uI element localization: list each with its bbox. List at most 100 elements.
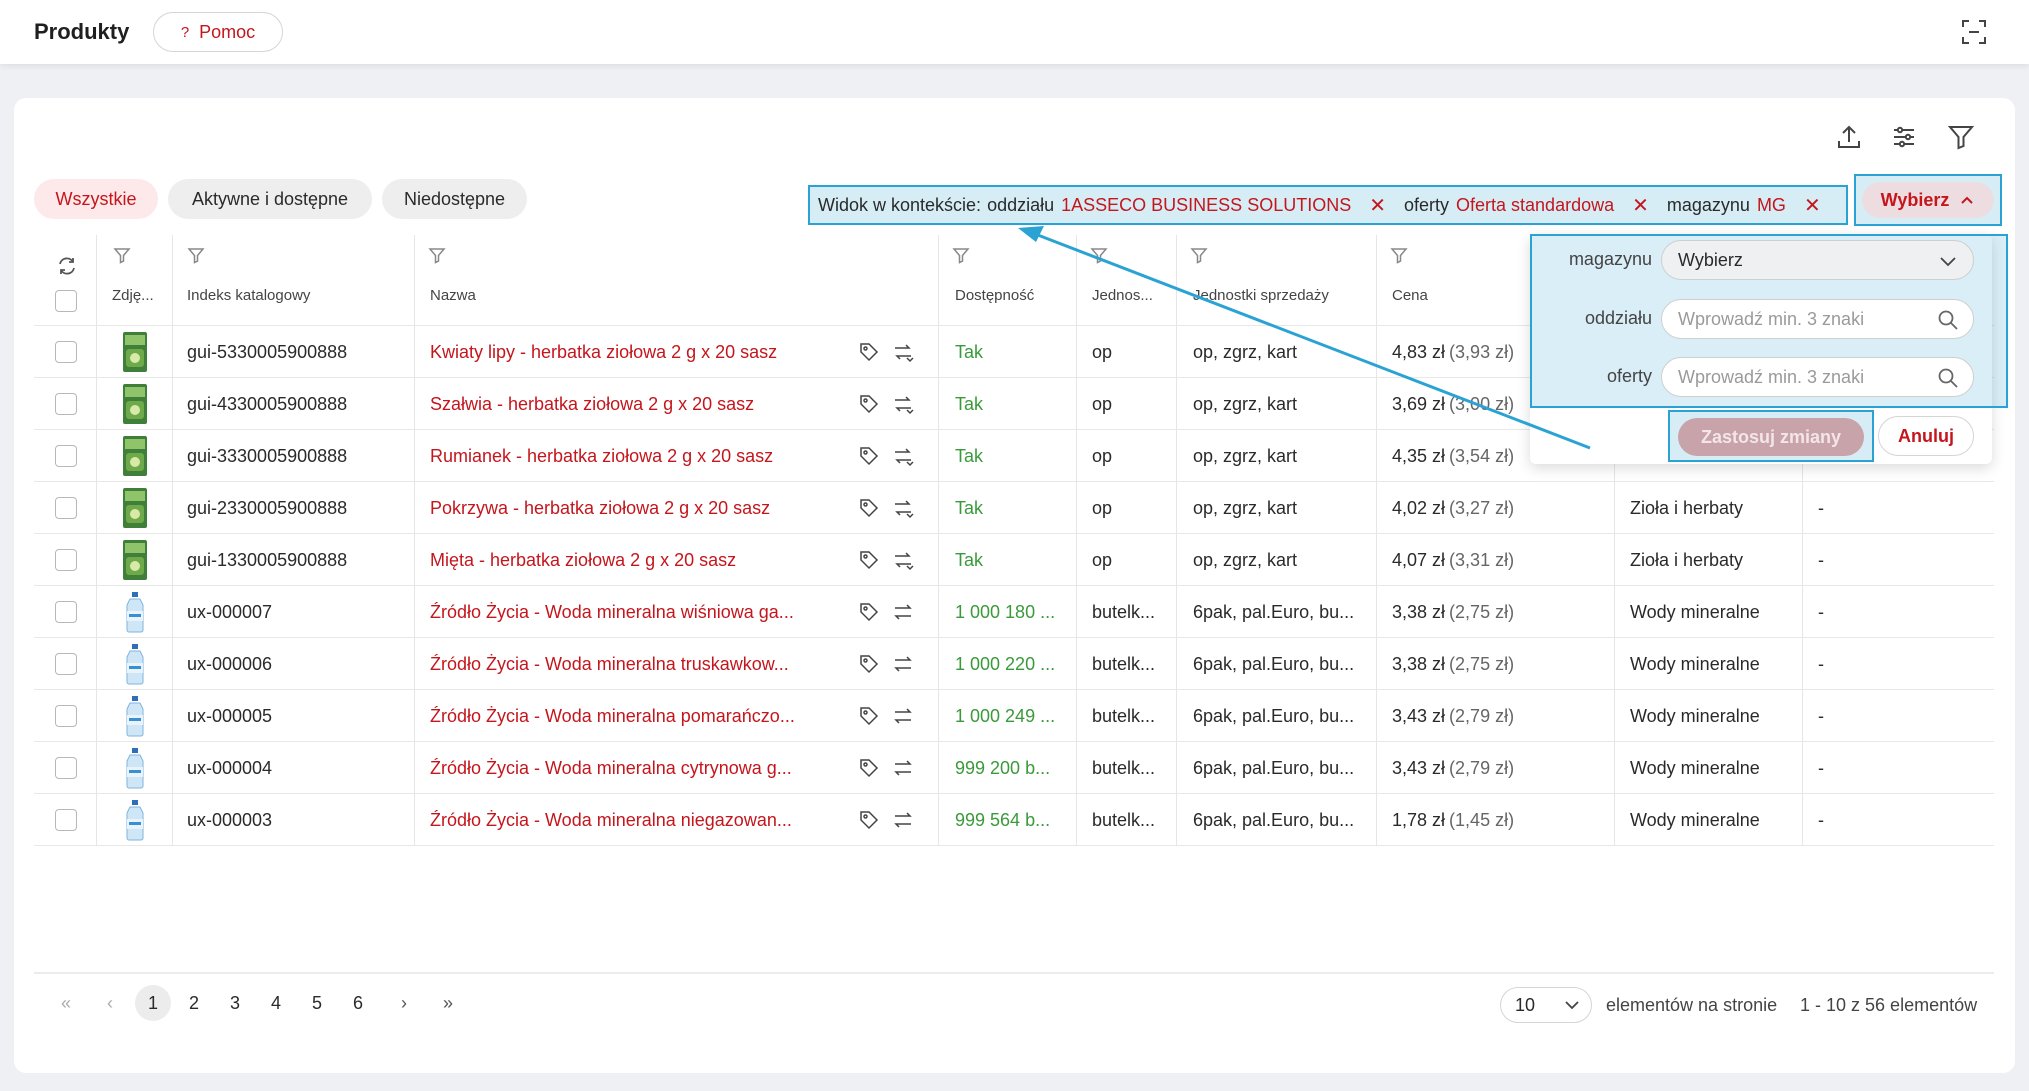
row-checkbox[interactable]	[55, 757, 77, 779]
row-checkbox[interactable]	[55, 445, 77, 467]
price-net: (3,00 zł)	[1449, 393, 1515, 414]
tag-icon[interactable]	[858, 794, 886, 846]
table-row[interactable]: ux-000007 Źródło Życia - Woda mineralna w…	[34, 585, 1994, 637]
per-page-label: elementów na stronie	[1606, 995, 1778, 1015]
transfer-icon[interactable]	[892, 482, 920, 534]
cancel-button[interactable]: Anuluj	[1878, 416, 1974, 456]
transfer-icon[interactable]	[892, 378, 920, 430]
page-button-5[interactable]: 5	[299, 985, 335, 1021]
row-checkbox[interactable]	[55, 705, 77, 727]
row-checkbox[interactable]	[55, 497, 77, 519]
table-row[interactable]: ux-000006 Źródło Życia - Woda mineralna t…	[34, 637, 1994, 689]
product-name-link[interactable]: Źródło Życia - Woda mineralna cytrynowa …	[430, 742, 810, 794]
product-name-link[interactable]: Mięta - herbatka ziołowa 2 g x 20 sasz	[430, 534, 810, 586]
index-filter-icon[interactable]	[187, 246, 205, 264]
tag-icon[interactable]	[858, 430, 886, 482]
sales-units-filter-icon[interactable]	[1190, 246, 1208, 264]
transfer-icon[interactable]	[892, 638, 920, 690]
product-name-link[interactable]: Źródło Życia - Woda mineralna niegazowan…	[430, 794, 810, 846]
next-page-button[interactable]: ›	[386, 985, 422, 1021]
photo-filter-icon[interactable]	[113, 246, 131, 264]
unit-filter-icon[interactable]	[1090, 246, 1108, 264]
row-checkbox[interactable]	[55, 653, 77, 675]
export-icon[interactable]	[1834, 122, 1864, 152]
product-name-link[interactable]: Źródło Życia - Woda mineralna truskawkow…	[430, 638, 810, 690]
product-name-link[interactable]: Rumianek - herbatka ziołowa 2 g x 20 sas…	[430, 430, 810, 482]
page-button-3[interactable]: 3	[217, 985, 253, 1021]
previous-page-button[interactable]: ‹	[92, 985, 128, 1021]
remove-warehouse-icon[interactable]: ✕	[1804, 193, 1821, 218]
sales-units: op, zgrz, kart	[1193, 341, 1298, 362]
help-button[interactable]: ? Pomoc	[153, 12, 283, 52]
column-header-price[interactable]: Cena	[1392, 287, 1428, 304]
page-button-1[interactable]: 1	[135, 985, 171, 1021]
table-row[interactable]: gui-2330005900888 Pokrzywa - herbatka zio…	[34, 481, 1994, 533]
filter-icon[interactable]	[1946, 122, 1976, 152]
page-button-6[interactable]: 6	[340, 985, 376, 1021]
table-row[interactable]: gui-1330005900888 Mięta - herbatka ziołow…	[34, 533, 1994, 585]
product-name-link[interactable]: Źródło Życia - Woda mineralna wiśniowa g…	[430, 586, 810, 638]
price-gross: 4,83 zł	[1392, 341, 1446, 362]
offer-search-input[interactable]: Wprowadź min. 3 znaki	[1661, 357, 1974, 397]
tag-icon[interactable]	[858, 534, 886, 586]
first-page-button[interactable]: «	[48, 985, 84, 1021]
tag-icon[interactable]	[858, 638, 886, 690]
price: 3,43 zł (2,79 zł)	[1392, 742, 1602, 794]
column-header-availability[interactable]: Dostępność	[955, 287, 1034, 304]
product-name-link[interactable]: Pokrzywa - herbatka ziołowa 2 g x 20 sas…	[430, 482, 810, 534]
choose-context-button[interactable]: Wybierz	[1862, 182, 1994, 218]
name-filter-icon[interactable]	[428, 246, 446, 264]
table-row[interactable]: ux-000005 Źródło Życia - Woda mineralna p…	[34, 689, 1994, 741]
product-name-link[interactable]: Szałwia - herbatka ziołowa 2 g x 20 sasz	[430, 378, 810, 430]
column-header-unit[interactable]: Jednos...	[1092, 287, 1153, 304]
tag-icon[interactable]	[858, 586, 886, 638]
tag-icon[interactable]	[858, 742, 886, 794]
product-name-link[interactable]: Kwiaty lipy - herbatka ziołowa 2 g x 20 …	[430, 326, 810, 378]
tag-icon[interactable]	[858, 326, 886, 378]
price-filter-icon[interactable]	[1390, 246, 1408, 264]
warehouse-select[interactable]: Wybierz	[1661, 240, 1974, 280]
column-header-name[interactable]: Nazwa	[430, 287, 476, 304]
remove-branch-icon[interactable]: ✕	[1369, 193, 1386, 218]
product-name-link[interactable]: Źródło Życia - Woda mineralna pomarańczo…	[430, 690, 810, 742]
settings-sliders-icon[interactable]	[1889, 122, 1919, 152]
transfer-icon[interactable]	[892, 586, 920, 638]
column-header-sales-units[interactable]: Jednostki sprzedaży	[1193, 287, 1329, 304]
page-button-4[interactable]: 4	[258, 985, 294, 1021]
transfer-icon[interactable]	[892, 742, 920, 794]
transfer-icon[interactable]	[892, 326, 920, 378]
context-warehouse-label: magazynu	[1666, 194, 1750, 215]
transfer-icon[interactable]	[892, 430, 920, 482]
fullscreen-icon[interactable]	[1960, 18, 1988, 46]
extra-value: -	[1818, 549, 1824, 570]
transfer-icon[interactable]	[892, 690, 920, 742]
tag-icon[interactable]	[858, 378, 886, 430]
transfer-icon[interactable]	[892, 534, 920, 586]
row-checkbox[interactable]	[55, 341, 77, 363]
availability-filter-icon[interactable]	[952, 246, 970, 264]
transfer-icon[interactable]	[892, 794, 920, 846]
segment-active-available[interactable]: Aktywne i dostępne	[168, 179, 372, 219]
page-button-2[interactable]: 2	[176, 985, 212, 1021]
row-checkbox[interactable]	[55, 809, 77, 831]
row-checkbox[interactable]	[55, 549, 77, 571]
tag-icon[interactable]	[858, 482, 886, 534]
branch-search-input[interactable]: Wprowadź min. 3 znaki	[1661, 299, 1974, 339]
row-checkbox[interactable]	[55, 393, 77, 415]
column-header-index[interactable]: Indeks katalogowy	[187, 287, 310, 304]
last-page-button[interactable]: »	[430, 985, 466, 1021]
column-header-photo[interactable]: Zdję...	[112, 287, 154, 304]
refresh-icon[interactable]	[56, 255, 78, 277]
select-all-checkbox[interactable]	[55, 290, 77, 312]
price-gross: 3,38 zł	[1392, 653, 1446, 674]
segment-unavailable[interactable]: Niedostępne	[382, 179, 527, 219]
segment-all[interactable]: Wszystkie	[34, 179, 158, 219]
table-row[interactable]: ux-000003 Źródło Życia - Woda mineralna n…	[34, 793, 1994, 845]
apply-changes-button[interactable]: Zastosuj zmiany	[1678, 418, 1864, 456]
product-thumbnail	[120, 747, 150, 789]
page-size-select[interactable]: 10	[1500, 987, 1592, 1023]
table-row[interactable]: ux-000004 Źródło Życia - Woda mineralna c…	[34, 741, 1994, 793]
row-checkbox[interactable]	[55, 601, 77, 623]
remove-offer-icon[interactable]: ✕	[1632, 193, 1649, 218]
tag-icon[interactable]	[858, 690, 886, 742]
